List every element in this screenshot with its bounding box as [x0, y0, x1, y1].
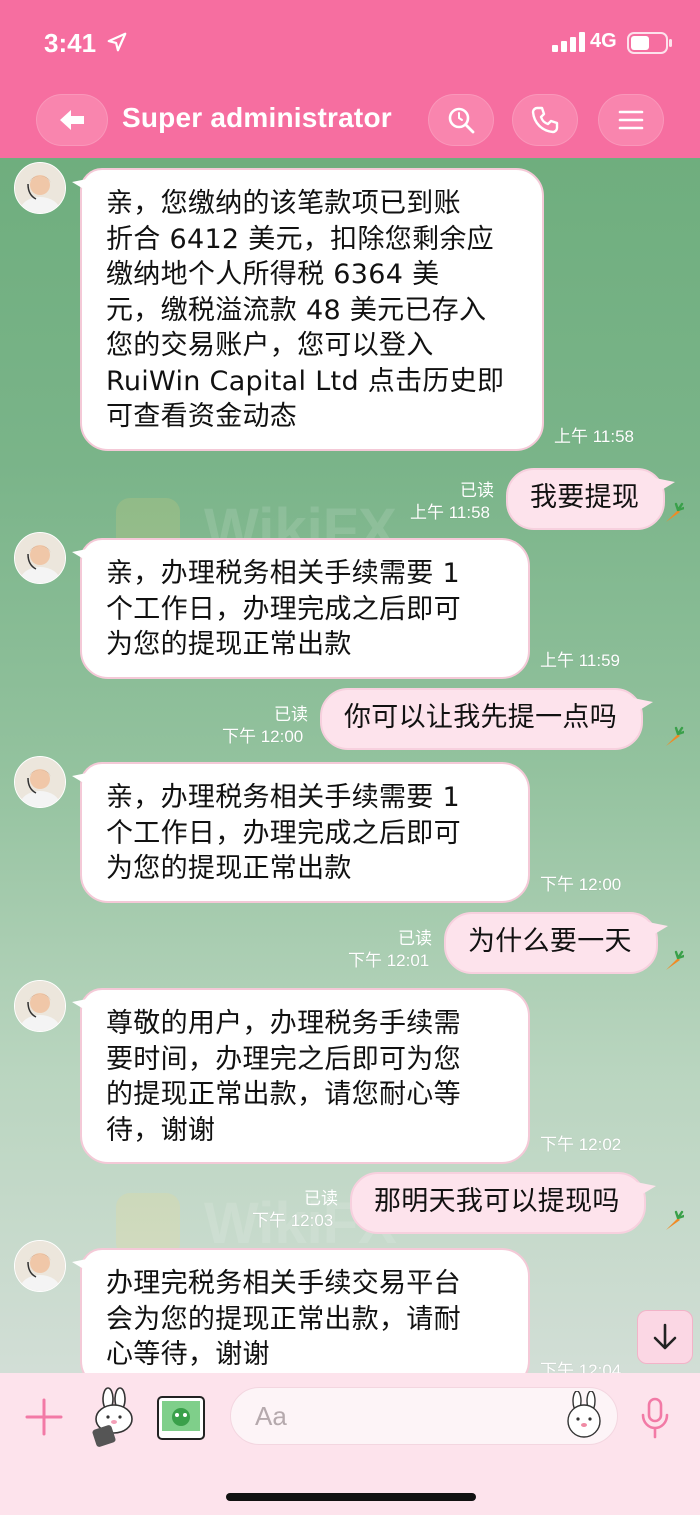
plus-icon[interactable]	[24, 1397, 64, 1437]
menu-icon	[618, 110, 644, 130]
back-arrow-icon	[60, 110, 84, 130]
message-list[interactable]: WikiFX WikiFX WikiFX WikiFX 亲，您缴纳的该笔款项已到…	[0, 158, 700, 1373]
home-indicator	[226, 1493, 476, 1501]
message-text: 为什么要一天	[468, 926, 632, 957]
message-bubble-outgoing[interactable]: 为什么要一天	[444, 912, 668, 974]
search-icon	[448, 107, 475, 134]
message-bubble-incoming[interactable]: 亲，办理税务相关手续需要 1 个工作日，办理完成之后即可 为您的提现正常出款	[72, 762, 530, 903]
scroll-to-bottom-button[interactable]	[637, 1310, 693, 1364]
status-bar: 3:41 4G	[0, 0, 700, 90]
sticker-icon[interactable]	[86, 1387, 144, 1449]
message-time: 上午 11:58	[554, 427, 635, 446]
phone-icon	[531, 106, 559, 134]
avatar[interactable]	[14, 162, 66, 214]
chat-title: Super administrator	[122, 102, 392, 133]
message-bubble-outgoing[interactable]: 我要提现	[506, 468, 676, 530]
photo-icon[interactable]	[154, 1391, 208, 1445]
message-time: 下午 12:04	[540, 1361, 622, 1373]
message-bubble-incoming[interactable]: 尊敬的用户，办理税务手续需 要时间，办理完之后即可为您 的提现正常出款，请您耐心…	[72, 988, 530, 1164]
chat-header: Super administrator	[0, 90, 700, 158]
message-text: 亲，您缴纳的该笔款项已到账 折合 6412 美元，扣除您剩余应 缴纳地个人所得税…	[106, 188, 505, 432]
chat-screen: 3:41 4G Super administrator WikiFX WikiF…	[0, 0, 700, 1515]
message-bubble-outgoing[interactable]: 你可以让我先提一点吗	[320, 688, 653, 750]
carrot-icon	[666, 950, 684, 970]
message-time: 上午 11:58	[410, 503, 491, 522]
carrot-icon	[666, 726, 684, 746]
message-time: 下午 12:00	[222, 727, 304, 746]
network-label: 4G	[590, 30, 617, 52]
message-text: 那明天我可以提现吗	[374, 1186, 620, 1217]
avatar[interactable]	[14, 1240, 66, 1292]
message-time: 下午 12:01	[348, 951, 430, 970]
message-time: 下午 12:02	[540, 1135, 622, 1154]
battery-icon	[627, 32, 672, 54]
message-text: 亲，办理税务相关手续需要 1 个工作日，办理完成之后即可 为您的提现正常出款	[106, 782, 461, 884]
message-bubble-incoming[interactable]: 亲，办理税务相关手续需要 1 个工作日，办理完成之后即可 为您的提现正常出款	[72, 538, 530, 679]
arrow-down-icon	[653, 1323, 677, 1350]
status-time: 3:41	[44, 28, 97, 58]
message-bubble-incoming[interactable]: 办理完税务相关手续交易平台 会为您的提现正常出款，请耐 心等待，谢谢	[72, 1248, 530, 1373]
message-input[interactable]	[230, 1387, 618, 1445]
avatar[interactable]	[14, 756, 66, 808]
message-text: 办理完税务相关手续交易平台 会为您的提现正常出款，请耐 心等待，谢谢	[106, 1268, 461, 1370]
location-arrow-icon	[107, 32, 127, 52]
message-bubble-incoming[interactable]: 亲，您缴纳的该笔款项已到账 折合 6412 美元，扣除您剩余应 缴纳地个人所得税…	[72, 168, 544, 451]
message-text: 亲，办理税务相关手续需要 1 个工作日，办理完成之后即可 为您的提现正常出款	[106, 558, 461, 660]
carrot-icon	[666, 1210, 684, 1230]
mic-icon[interactable]	[640, 1397, 670, 1439]
call-button[interactable]	[512, 94, 578, 146]
message-text: 尊敬的用户，办理税务手续需 要时间，办理完之后即可为您 的提现正常出款，请您耐心…	[106, 1008, 461, 1146]
emoji-icon[interactable]	[562, 1391, 606, 1439]
message-time: 下午 12:03	[252, 1211, 334, 1230]
message-bubble-outgoing[interactable]: 那明天我可以提现吗	[350, 1172, 656, 1234]
signal-icon	[552, 32, 585, 52]
message-time: 上午 11:59	[540, 651, 621, 670]
carrot-icon	[666, 502, 684, 522]
avatar[interactable]	[14, 532, 66, 584]
message-text: 我要提现	[530, 482, 640, 513]
avatar[interactable]	[14, 980, 66, 1032]
search-button[interactable]	[428, 94, 494, 146]
input-bar	[0, 1373, 700, 1515]
message-text: 你可以让我先提一点吗	[344, 702, 617, 733]
back-button[interactable]	[36, 94, 108, 146]
message-time: 下午 12:00	[540, 875, 622, 894]
menu-button[interactable]	[598, 94, 664, 146]
